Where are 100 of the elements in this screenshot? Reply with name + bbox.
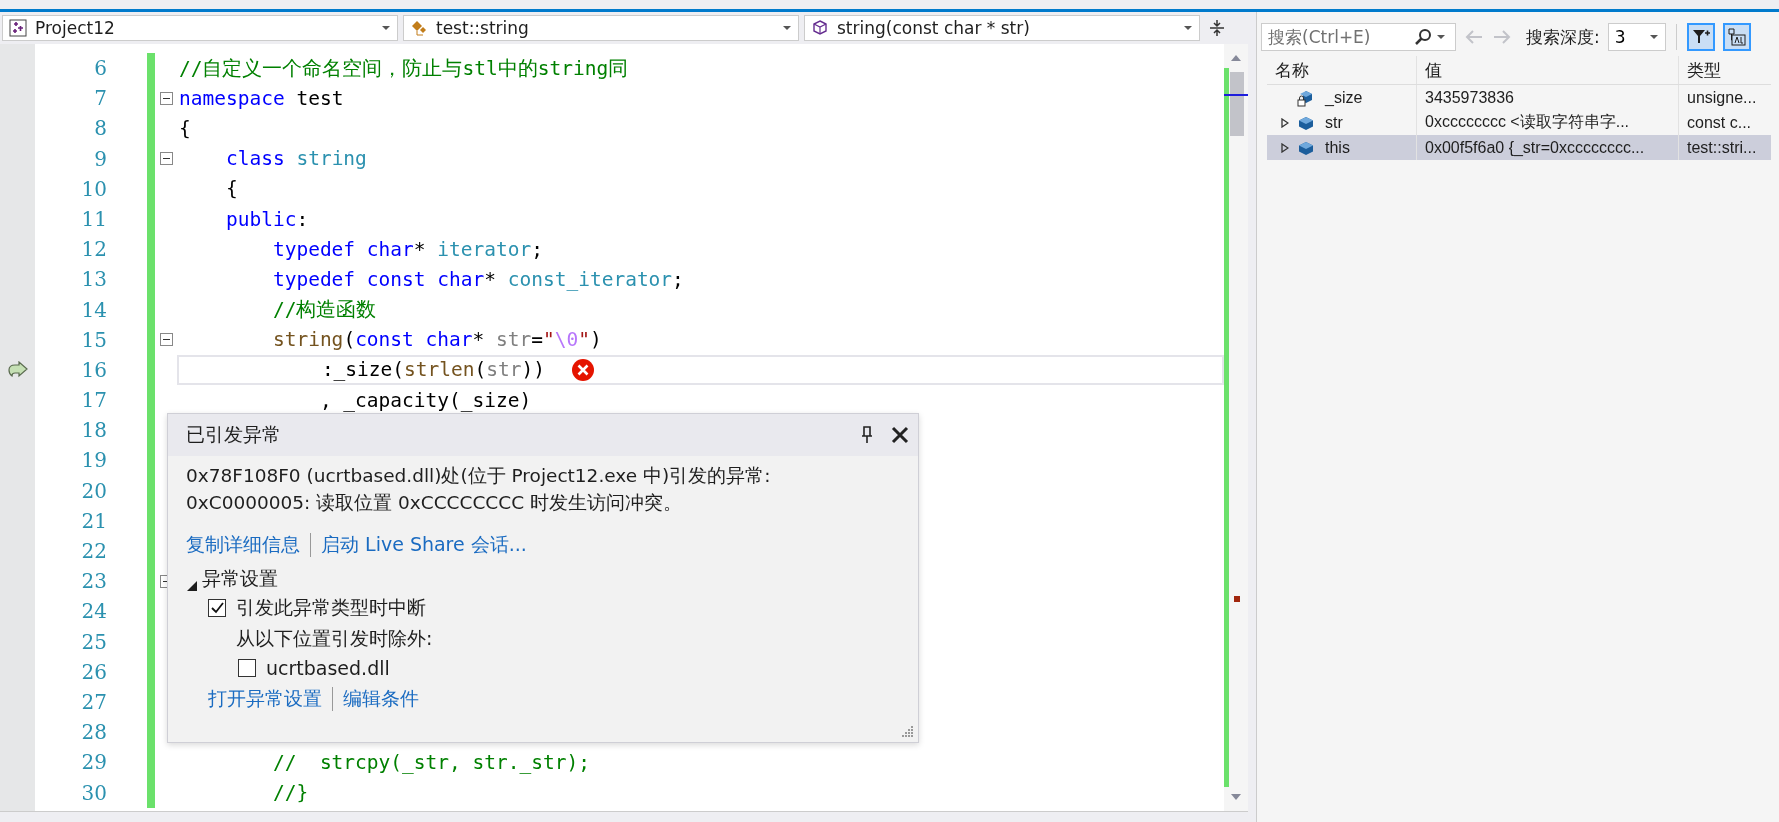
code-line: string(const char* str="\0") <box>271 328 602 352</box>
variable-name: str <box>1325 113 1343 132</box>
code-line: { <box>224 177 238 201</box>
variable-value: 3435973836 <box>1417 85 1679 110</box>
text-format-icon <box>1726 27 1747 47</box>
locked-field-icon <box>1297 88 1315 107</box>
scroll-thumb[interactable] <box>1230 72 1244 136</box>
code-line: // strcpy(_str, str._str); <box>271 750 590 774</box>
variable-name: this <box>1325 138 1350 157</box>
expand-arrow-icon[interactable] <box>1281 142 1289 153</box>
link[interactable]: 打开异常设置 <box>208 686 322 712</box>
link[interactable]: 复制详细信息 <box>186 532 300 558</box>
line-number: 13 <box>80 266 108 294</box>
line-number: 17 <box>80 387 108 415</box>
line-number: 14 <box>80 296 108 324</box>
line-number: 28 <box>80 719 108 747</box>
dropdown-caret-icon <box>1436 34 1446 40</box>
depth-dropdown[interactable]: 3 <box>1607 23 1666 51</box>
column-header[interactable]: 类型 <box>1679 56 1771 84</box>
member-dropdown[interactable]: string(const char * str) <box>804 15 1200 41</box>
line-number: 20 <box>80 477 108 505</box>
checkbox[interactable] <box>208 599 226 617</box>
collapse-icon[interactable] <box>159 333 173 347</box>
error-marker <box>1234 596 1240 602</box>
code-line: typedef const char* const_iterator; <box>271 267 684 291</box>
scroll-up-icon[interactable] <box>1230 54 1242 62</box>
depth-label: 搜索深度: <box>1526 25 1600 49</box>
collapse-icon[interactable] <box>159 152 173 166</box>
variable-value: 0x00f5f6a0 {_str=0xcccccccc... <box>1417 135 1679 160</box>
split-window-icon[interactable] <box>1209 19 1225 37</box>
scroll-down-icon[interactable] <box>1230 793 1242 801</box>
line-number: 25 <box>80 628 108 656</box>
line-number: 26 <box>80 658 108 686</box>
pin-icon[interactable] <box>860 426 874 444</box>
line-number: 7 <box>93 85 108 113</box>
code-line: //} <box>271 781 309 805</box>
line-number: 18 <box>80 417 108 445</box>
line-number: 29 <box>80 749 108 777</box>
line-number: 27 <box>80 688 108 716</box>
variable-type: test::stri... <box>1686 137 1758 158</box>
variable-type: unsigne... <box>1686 87 1758 108</box>
cube-icon <box>811 19 829 37</box>
variable-type: const c... <box>1686 112 1753 133</box>
line-number: 16 <box>80 356 108 384</box>
exception-message: 0x78F108F0 (ucrtbased.dll)处(位于 Project12.exe 中)引发的异常: 0xC0000005: 读取位置 0xCCCCCCCC 时发生访问冲突。 <box>186 464 772 515</box>
collapse-icon[interactable] <box>159 91 173 105</box>
line-number: 12 <box>80 236 108 264</box>
expanded-triangle-icon[interactable] <box>186 580 198 592</box>
line-number: 19 <box>80 447 108 475</box>
popup-title: 已引发异常 <box>186 422 281 447</box>
code-line: public: <box>224 207 309 231</box>
line-number: 11 <box>80 205 108 233</box>
code-line: namespace test <box>179 86 344 110</box>
line-number: 15 <box>80 326 108 354</box>
checkbox-label: 引发此异常类型时中断 <box>236 595 426 620</box>
line-number: 8 <box>93 115 108 143</box>
code-line: class string <box>224 147 367 171</box>
link[interactable]: 编辑条件 <box>343 686 419 712</box>
code-line: //构造函数 <box>271 297 377 324</box>
caret-marker <box>1224 94 1248 96</box>
line-number: 9 <box>93 145 108 173</box>
exception-note: 从以下位置引发时除外: <box>236 626 434 651</box>
code-line: :_size(strlen(str)) <box>320 358 545 382</box>
class-icon <box>410 19 428 37</box>
checkbox-label: ucrtbased.dll <box>266 657 390 679</box>
vertical-scrollbar[interactable] <box>1224 44 1248 811</box>
project-dropdown[interactable]: Project12 <box>2 15 398 41</box>
line-number: 30 <box>80 779 108 807</box>
code-line: , _capacity(_size) <box>318 388 532 412</box>
project-icon <box>9 19 27 37</box>
line-number: 6 <box>93 55 108 82</box>
line-number: 10 <box>80 175 108 203</box>
hex-display-button[interactable] <box>1722 23 1751 51</box>
line-number: 21 <box>80 507 108 535</box>
search-icon <box>1414 28 1432 46</box>
code-line: typedef char* iterator; <box>271 237 543 261</box>
code-line: //自定义一个命名空间，防止与stl中的string同 <box>179 55 629 82</box>
resize-grip-icon[interactable] <box>900 724 914 738</box>
link[interactable]: 启动 Live Share 会话... <box>321 532 527 558</box>
line-number: 24 <box>80 598 108 626</box>
class-dropdown[interactable]: test::string <box>403 15 799 41</box>
close-icon[interactable] <box>890 425 910 445</box>
checkmark-icon <box>210 601 224 615</box>
dropdown-caret-icon <box>1183 25 1193 31</box>
variable-row[interactable]: _size 3435973836 unsigne... <box>1267 85 1771 110</box>
search-field[interactable]: 搜索(Ctrl+E) <box>1261 23 1456 51</box>
dropdown-caret-icon <box>782 25 792 31</box>
expand-arrow-icon[interactable] <box>1281 117 1289 128</box>
dropdown-caret-icon <box>381 25 391 31</box>
column-header[interactable]: 值 <box>1417 56 1679 84</box>
filter-button[interactable] <box>1686 23 1715 51</box>
section-title: 异常设置 <box>202 566 278 591</box>
column-header[interactable]: 名称 <box>1267 56 1417 84</box>
line-number: 22 <box>80 538 108 565</box>
line-number: 23 <box>80 568 108 596</box>
execution-arrow-icon <box>6 360 29 379</box>
checkbox[interactable] <box>238 659 256 677</box>
code-line: { <box>179 116 191 140</box>
dropdown-caret-icon <box>1648 34 1659 40</box>
variable-row[interactable]: this 0x00f5f6a0 {_str=0xcccccccc... test::stri... <box>1267 135 1771 160</box>
